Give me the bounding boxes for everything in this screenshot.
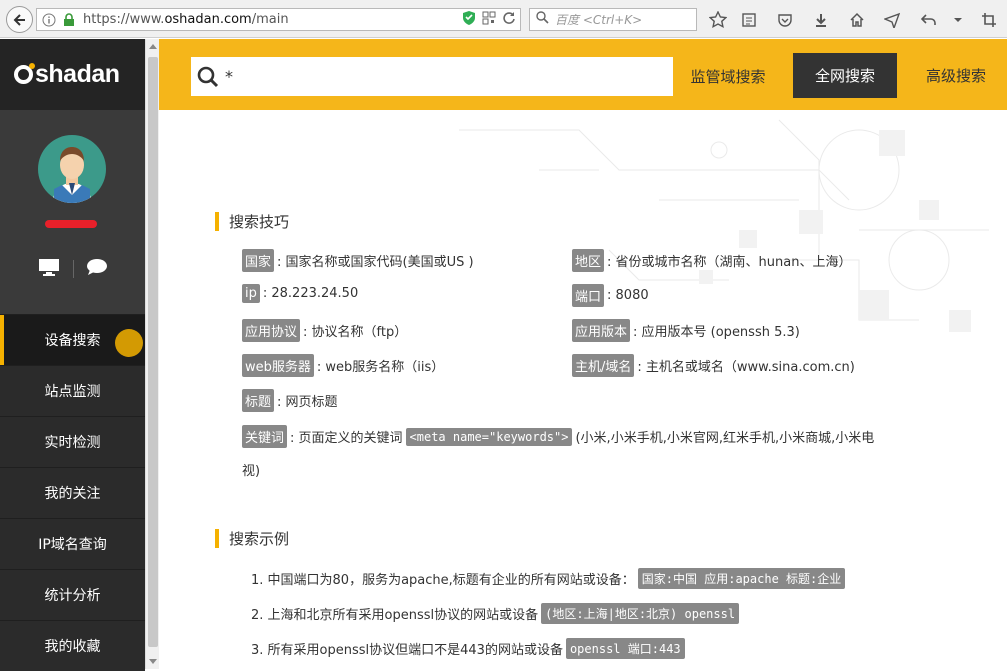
tag-country[interactable]: 国家: [242, 249, 275, 272]
tips-title: 搜索技巧: [215, 211, 289, 232]
divider: [72, 260, 74, 278]
tip-app-version: 应用版本: 应用版本号 (openssh 5.3): [572, 319, 800, 342]
example-code[interactable]: openssl 端口:443: [565, 638, 685, 659]
browser-search-bar[interactable]: 百度 <Ctrl+K>: [529, 8, 697, 31]
tip-country: 国家: 国家名称或国家代码(美国或US ): [242, 249, 474, 272]
crop-icon[interactable]: [978, 9, 1000, 31]
main-content: 搜索技巧 国家: 国家名称或国家代码(美国或US ) 地区: 省份或城市名称（湖…: [159, 110, 1007, 669]
pocket-icon[interactable]: [774, 9, 796, 31]
search-icon: [197, 66, 219, 88]
scroll-thumb[interactable]: [148, 57, 158, 647]
back-arrow-icon: [13, 13, 25, 26]
chevron-down-icon[interactable]: [947, 9, 969, 31]
undo-icon[interactable]: [918, 9, 940, 31]
global-search-button[interactable]: 全网搜索: [793, 53, 897, 98]
scroll-down-arrow[interactable]: [149, 659, 157, 664]
scroll-up-arrow[interactable]: [149, 44, 157, 49]
tip-title: 标题: 网页标题: [242, 389, 338, 412]
user-profile: [0, 110, 145, 314]
sidebar-scrollbar[interactable]: [145, 39, 159, 669]
lock-icon[interactable]: [61, 12, 77, 28]
tip-protocol: 应用协议: 协议名称（ftp）: [242, 319, 407, 342]
scope-search-button[interactable]: 监管域搜索: [673, 54, 783, 99]
reload-icon[interactable]: [502, 11, 516, 29]
search-band: 监管域搜索 全网搜索 高级搜索: [159, 39, 1007, 110]
reading-list-icon[interactable]: [738, 9, 760, 31]
keyword-code: <meta name="keywords">: [405, 427, 573, 446]
shield-icon[interactable]: [462, 10, 476, 29]
bookmark-star-icon[interactable]: [707, 9, 729, 31]
tip-port: 端口: 8080: [572, 284, 649, 307]
tag-port[interactable]: 端口: [572, 284, 605, 307]
globe-icon: [115, 329, 143, 357]
tip-web-server: web服务器: web服务名称（iis）: [242, 354, 444, 377]
advanced-search-button[interactable]: 高级搜索: [911, 53, 1001, 98]
address-bar[interactable]: https://www.oshadan.com/main: [36, 8, 521, 31]
tip-region: 地区: 省份或城市名称（湖南、hunan、上海）: [572, 249, 851, 272]
tip-ip: ip: 28.223.24.50: [242, 284, 358, 303]
back-button[interactable]: [6, 6, 33, 33]
avatar[interactable]: [38, 135, 106, 203]
tip-keyword: 关键词: 页面定义的关键词 <meta name="keywords"> (小米,小…: [242, 425, 874, 448]
tag-title[interactable]: 标题: [242, 389, 275, 412]
sidebar-item-site-monitor[interactable]: 站点监测: [0, 365, 145, 416]
sidebar-item-ip-domain-lookup[interactable]: IP域名查询: [0, 518, 145, 569]
search-icon: [536, 11, 549, 28]
tag-region[interactable]: 地区: [572, 249, 605, 272]
browser-toolbar: https://www.oshadan.com/main 百度 <Ctrl+K>: [0, 0, 1007, 38]
examples-title: 搜索示例: [215, 528, 289, 549]
info-icon[interactable]: [41, 12, 57, 28]
tag-web-server[interactable]: web服务器: [242, 354, 314, 377]
username-redacted: [45, 220, 97, 228]
example-item: 1. 中国端口为80，服务为apache,标题有企业的所有网站或设备： 国家:中国…: [251, 568, 848, 589]
tag-keyword[interactable]: 关键词: [242, 425, 288, 448]
oshadan-logo[interactable]: shadan: [14, 60, 120, 89]
example-code[interactable]: 国家:中国 应用:apache 标题:企业: [637, 568, 846, 589]
sidebar: shadan 设备搜索 站点监测 实时检测 我的关注 IP域名查询 统计分析 我…: [0, 39, 145, 671]
logo-area: shadan: [0, 39, 145, 110]
message-icon[interactable]: [86, 258, 108, 280]
tip-keyword-cont: 视): [242, 464, 261, 479]
home-icon[interactable]: [846, 9, 868, 31]
qr-code-icon[interactable]: [482, 11, 496, 29]
tag-app-version[interactable]: 应用版本: [572, 319, 631, 342]
url-text[interactable]: https://www.oshadan.com/main: [83, 12, 462, 27]
search-placeholder: 百度 <Ctrl+K>: [555, 13, 643, 27]
search-input[interactable]: [225, 67, 625, 86]
sidebar-item-favorites[interactable]: 我的收藏: [0, 620, 145, 671]
example-code[interactable]: (地区:上海|地区:北京) openssl: [541, 603, 740, 624]
sidebar-item-my-follows[interactable]: 我的关注: [0, 467, 145, 518]
send-icon[interactable]: [881, 9, 903, 31]
sidebar-item-realtime-check[interactable]: 实时检测: [0, 416, 145, 467]
download-icon[interactable]: [810, 9, 832, 31]
example-item: 3. 所有采用openssl协议但端口不是443的网站或设备 openssl 端口…: [251, 638, 688, 659]
tag-ip[interactable]: ip: [242, 284, 260, 303]
tip-host-domain: 主机/域名: 主机名或域名（www.sina.com.cn): [572, 354, 855, 377]
example-item: 2. 上海和北京所有采用openssl协议的网站或设备 (地区:上海|地区:北京)…: [251, 603, 742, 624]
sidebar-item-device-search[interactable]: 设备搜索: [0, 314, 145, 365]
tag-host-domain[interactable]: 主机/域名: [572, 354, 635, 377]
monitor-icon[interactable]: [38, 258, 60, 280]
tag-protocol[interactable]: 应用协议: [242, 319, 301, 342]
logo-o-icon: [14, 63, 35, 84]
sidebar-item-statistics[interactable]: 统计分析: [0, 569, 145, 620]
